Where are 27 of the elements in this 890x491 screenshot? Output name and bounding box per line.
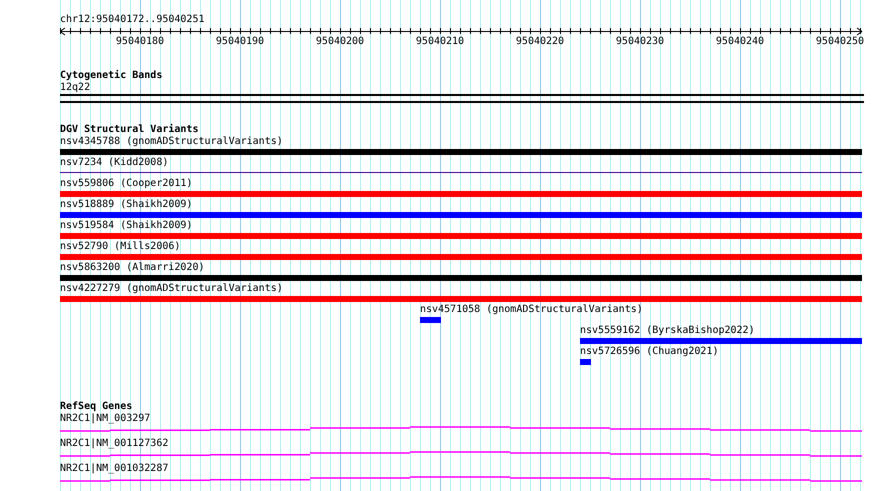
tick-label: 95040220 [516, 36, 564, 48]
track-title: RefSeq Genes [60, 401, 134, 413]
variant-label: nsv4227279 (gnomADStructuralVariants) [60, 283, 284, 295]
variant-label: nsv7234 (Kidd2008) [60, 157, 170, 169]
track-title: Cytogenetic Bands [60, 70, 164, 82]
variant-label: nsv5726596 (Chuang2021) [580, 346, 720, 358]
variant-label: nsv519584 (Shaikh2009) [60, 220, 194, 232]
track-title: DGV Structural Variants [60, 124, 200, 136]
tick-label: 95040240 [716, 36, 764, 48]
variant-label: nsv52790 (Mills2006) [60, 241, 182, 253]
tick-label: 95040200 [316, 36, 364, 48]
tick-label: 95040210 [416, 36, 464, 48]
variant-label: nsv518889 (Shaikh2009) [60, 199, 194, 211]
variant-label: nsv5863200 (Almarri2020) [60, 262, 206, 274]
gene-label: NR2C1|NM_003297 [60, 413, 152, 425]
tick-label: 95040230 [616, 36, 664, 48]
variant-label: nsv4571058 (gnomADStructuralVariants) [420, 304, 644, 316]
band-label: 12q22 [60, 82, 92, 94]
gene-label: NR2C1|NM_001127362 [60, 438, 170, 450]
variant-label: nsv4345788 (gnomADStructuralVariants) [60, 136, 284, 148]
region-label: chr12:95040172..95040251 [60, 14, 206, 26]
tick-label: 95040180 [116, 36, 164, 48]
variant-label: nsv559806 (Cooper2011) [60, 178, 194, 190]
gene-label: NR2C1|NM_001032287 [60, 463, 170, 475]
tick-label: 95040250 [816, 36, 864, 48]
tick-label: 95040190 [216, 36, 264, 48]
variant-label: nsv5559162 (ByrskaBishop2022) [580, 325, 756, 337]
